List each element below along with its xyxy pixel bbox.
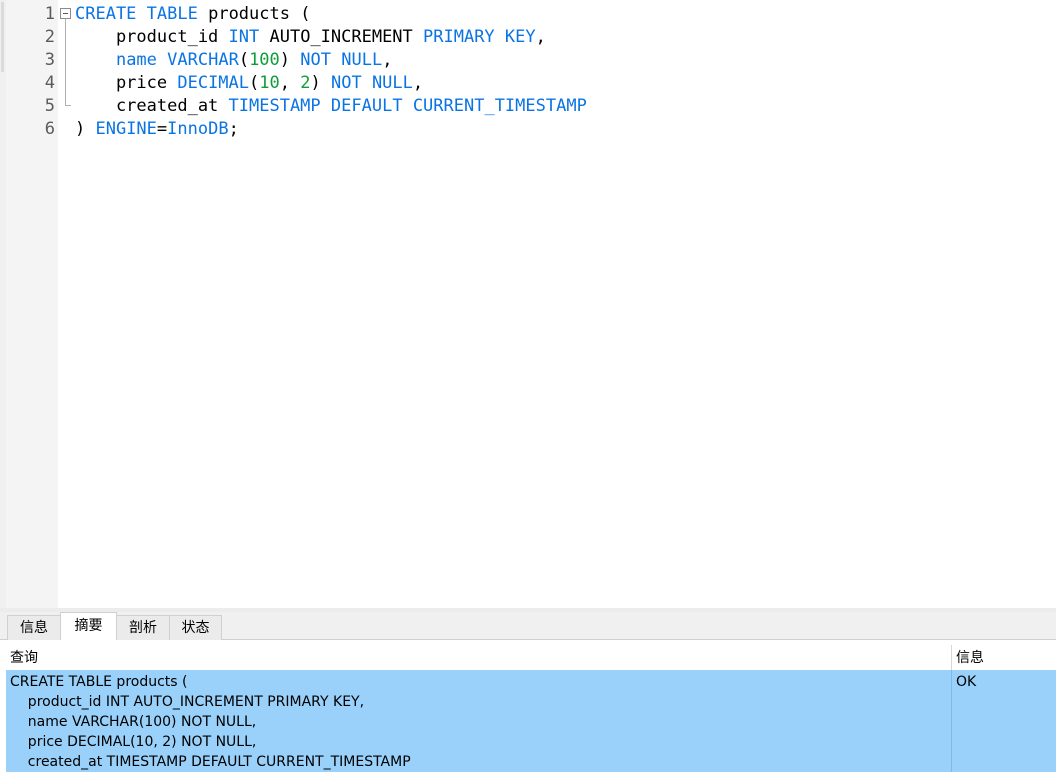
line-number: 5 <box>44 96 55 116</box>
sql-keyword: TABLE <box>146 4 198 24</box>
sql-keyword: NULL <box>371 73 413 93</box>
results-grid: 查询 信息 CREATE TABLE products ( product_id… <box>0 640 1056 772</box>
sql-number: 2 <box>300 73 311 93</box>
code-line[interactable]: ) ENGINE=InnoDB; <box>75 118 239 141</box>
column-separator[interactable] <box>951 645 952 670</box>
column-header-info[interactable]: 信息 <box>956 645 984 670</box>
tab-profile[interactable]: 剖析 <box>116 615 170 640</box>
table-row[interactable]: CREATE TABLE products ( product_id INT A… <box>6 670 1056 772</box>
sql-text: ( <box>249 73 260 93</box>
sql-text: ) <box>310 73 331 93</box>
sql-keyword: PRIMARY <box>423 27 495 47</box>
sql-keyword: TIMESTAMP <box>228 96 321 116</box>
sql-keyword: name <box>115 50 157 70</box>
sql-text: products ( <box>197 4 311 24</box>
sql-keyword: VARCHAR <box>167 50 239 70</box>
sql-text: ( <box>238 50 250 70</box>
sql-keyword: DEFAULT <box>330 96 403 116</box>
column-header-query[interactable]: 查询 <box>10 645 38 670</box>
fold-guide-line <box>65 19 66 106</box>
query-cell-line: product_id INT AUTO_INCREMENT PRIMARY KE… <box>10 694 365 710</box>
code-line[interactable]: created_at TIMESTAMP DEFAULT CURRENT_TIM… <box>75 95 587 118</box>
sql-text: product_id <box>75 27 229 47</box>
line-number: 2 <box>44 27 55 47</box>
scroll-marker <box>1 2 4 72</box>
sql-text: , <box>382 50 393 70</box>
tab-summary[interactable]: 摘要 <box>60 612 117 640</box>
sql-text: ) <box>75 119 96 139</box>
sql-text: , <box>412 73 424 93</box>
sql-text: price <box>75 73 178 93</box>
sql-text: , <box>535 27 546 47</box>
sql-keyword: CREATE <box>75 4 137 24</box>
query-cell-line: name VARCHAR(100) NOT NULL, <box>10 714 257 730</box>
sql-keyword: ENGINE <box>95 119 157 139</box>
line-number: 1 <box>44 4 55 24</box>
sql-keyword: NULL <box>341 50 383 70</box>
sql-keyword: NOT <box>330 73 362 93</box>
query-cell-line: price DECIMAL(10, 2) NOT NULL, <box>10 734 257 750</box>
sql-keyword: InnoDB <box>167 119 229 139</box>
sql-text: AUTO_INCREMENT <box>259 27 424 47</box>
result-tab-bar: 信息 摘要 剖析 状态 <box>0 612 1056 640</box>
code-line[interactable]: CREATE TABLE products ( <box>75 3 310 26</box>
column-separator <box>951 670 952 772</box>
sql-text: created_at <box>75 96 229 116</box>
sql-keyword: KEY <box>504 27 536 47</box>
tab-status[interactable]: 状态 <box>169 615 222 640</box>
sql-keyword: INT <box>228 27 260 47</box>
code-line[interactable]: name VARCHAR(100) NOT NULL, <box>75 49 392 72</box>
code-line[interactable]: product_id INT AUTO_INCREMENT PRIMARY KE… <box>75 26 546 49</box>
fold-guide-end <box>65 105 71 106</box>
line-number: 3 <box>44 50 55 70</box>
sql-text: = <box>156 119 168 139</box>
fold-toggle-icon[interactable] <box>60 8 71 19</box>
sql-text: ; <box>228 119 239 139</box>
sql-keyword: DECIMAL <box>177 73 250 93</box>
sql-keyword: NOT <box>300 50 331 70</box>
line-number: 6 <box>44 119 55 139</box>
sql-text: ) <box>279 50 301 70</box>
line-number: 4 <box>44 73 55 93</box>
sql-number: 10 <box>259 73 280 93</box>
sql-keyword: CURRENT_TIMESTAMP <box>412 96 587 116</box>
info-cell: OK <box>956 674 977 690</box>
sql-editor[interactable]: 1 2 3 4 5 6 CREATE TABLE products ( prod… <box>0 0 1056 608</box>
sql-number: 100 <box>249 50 280 70</box>
query-cell-line: CREATE TABLE products ( <box>10 674 188 690</box>
tab-info[interactable]: 信息 <box>7 615 61 640</box>
sql-text: , <box>279 73 301 93</box>
query-cell-line: created_at TIMESTAMP DEFAULT CURRENT_TIM… <box>10 754 411 770</box>
code-line[interactable]: price DECIMAL(10, 2) NOT NULL, <box>75 72 423 95</box>
